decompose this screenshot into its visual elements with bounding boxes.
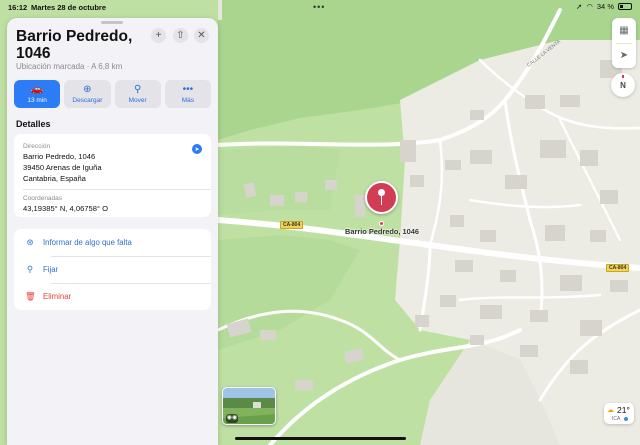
address-line-1[interactable]: Barrio Pedredo, 1046 <box>23 151 95 162</box>
pin-label[interactable]: Barrio Pedredo, 1046 <box>330 227 434 237</box>
action-buttons: 🚗 13 min ⊕ Descargar ⚲ Mover ••• Más <box>14 80 211 108</box>
download-button[interactable]: ⊕ Descargar <box>64 80 111 108</box>
close-icon: ✕ <box>197 29 206 41</box>
multitask-dots[interactable]: ••• <box>313 2 325 12</box>
report-icon: ⊛ <box>26 237 34 247</box>
air-quality-label: ICA <box>612 416 621 422</box>
car-icon: 🚗 <box>30 84 44 95</box>
look-around-thumbnail[interactable]: ◉◉ <box>222 387 276 425</box>
status-right: ➚ ◠ 34 % <box>576 2 632 11</box>
directions-label: 13 min <box>27 97 47 104</box>
address-label: Dirección <box>23 143 51 150</box>
battery-icon <box>618 3 632 10</box>
trash-icon: 🗑 <box>25 291 36 301</box>
download-icon: ⊕ <box>83 84 92 95</box>
pin-anchor-dot <box>379 221 384 226</box>
address-line-2[interactable]: 39450 Arenas de Iguña <box>23 162 102 173</box>
weather-temperature: 21° <box>617 405 630 415</box>
pin-icon: ⚲ <box>26 264 34 274</box>
air-quality-dot <box>624 417 628 421</box>
map-mode-button[interactable]: ▦ <box>612 18 636 43</box>
coords-value[interactable]: 43,19385° N, 4,06758° O <box>23 203 108 214</box>
move-pin-icon: ⚲ <box>133 84 142 95</box>
pin-label: Fijar <box>43 265 59 274</box>
partly-cloudy-icon: ☁ <box>607 407 614 414</box>
address-line-3[interactable]: Cantabria, España <box>23 173 86 184</box>
ellipsis-icon: ••• <box>182 84 194 95</box>
road-shield: CA-804 <box>606 264 630 272</box>
map-icon: ▦ <box>619 25 629 36</box>
options-card: ⊛ Informar de algo que falta ⚲ Fijar 🗑 E… <box>14 229 211 310</box>
plus-icon: + <box>155 29 162 41</box>
delete-label: Eliminar <box>43 292 72 301</box>
place-title: Barrio Pedredo, 1046 <box>16 28 133 62</box>
report-issue-label: Informar de algo que falta <box>43 238 132 247</box>
share-button[interactable]: ⇧ <box>173 28 188 43</box>
location-arrow-icon: ➤ <box>619 50 629 61</box>
pin-row[interactable]: ⚲ Fijar <box>14 256 211 283</box>
map-controls: ▦ ➤ <box>612 18 636 68</box>
details-heading: Detalles <box>16 119 51 129</box>
report-issue-row[interactable]: ⊛ Informar de algo que falta <box>14 229 211 256</box>
add-button[interactable]: + <box>151 28 166 43</box>
status-bar: 16:12 Martes 28 de octubre ••• ➚ ◠ 34 % <box>0 0 640 14</box>
compass-north-tick <box>622 75 624 78</box>
compass-button[interactable]: N <box>611 73 635 97</box>
more-button[interactable]: ••• Más <box>164 80 211 108</box>
binoculars-icon: ◉◉ <box>226 414 238 423</box>
road-shield: CA-804 <box>280 221 304 229</box>
close-button[interactable]: ✕ <box>194 28 209 43</box>
location-arrow-icon: ➚ <box>576 2 583 11</box>
compass-letter: N <box>620 80 626 90</box>
battery-level <box>620 5 623 8</box>
delete-row[interactable]: 🗑 Eliminar <box>14 283 211 310</box>
details-card: Dirección Barrio Pedredo, 1046 39450 Are… <box>14 134 211 217</box>
battery-percent: 34 % <box>596 2 614 11</box>
coords-label: Coordenadas <box>23 195 63 202</box>
directions-button[interactable]: 🚗 13 min <box>14 80 61 108</box>
download-label: Descargar <box>72 97 103 104</box>
status-time: 16:12 <box>8 3 28 12</box>
home-indicator[interactable] <box>235 437 406 440</box>
status-date: Martes 28 de octubre <box>31 3 107 12</box>
place-subtitle: Ubicación marcada · A 6,8 km <box>16 62 123 71</box>
share-icon: ⇧ <box>176 29 185 41</box>
place-sheet: Barrio Pedredo, 1046 Ubicación marcada ·… <box>7 18 218 445</box>
locate-me-button[interactable]: ➤ <box>612 43 636 68</box>
details-divider <box>23 189 211 190</box>
address-directions-icon[interactable]: ➤ <box>192 144 202 154</box>
marked-location-pin[interactable] <box>365 181 398 214</box>
more-label: Más <box>181 97 195 104</box>
pin-stem-icon <box>381 195 383 205</box>
move-label: Mover <box>128 97 147 104</box>
weather-widget[interactable]: ☁ 21° ICA <box>604 403 634 424</box>
wifi-icon: ◠ <box>586 2 593 11</box>
move-button[interactable]: ⚲ Mover <box>114 80 161 108</box>
sheet-grabber[interactable] <box>101 21 123 24</box>
